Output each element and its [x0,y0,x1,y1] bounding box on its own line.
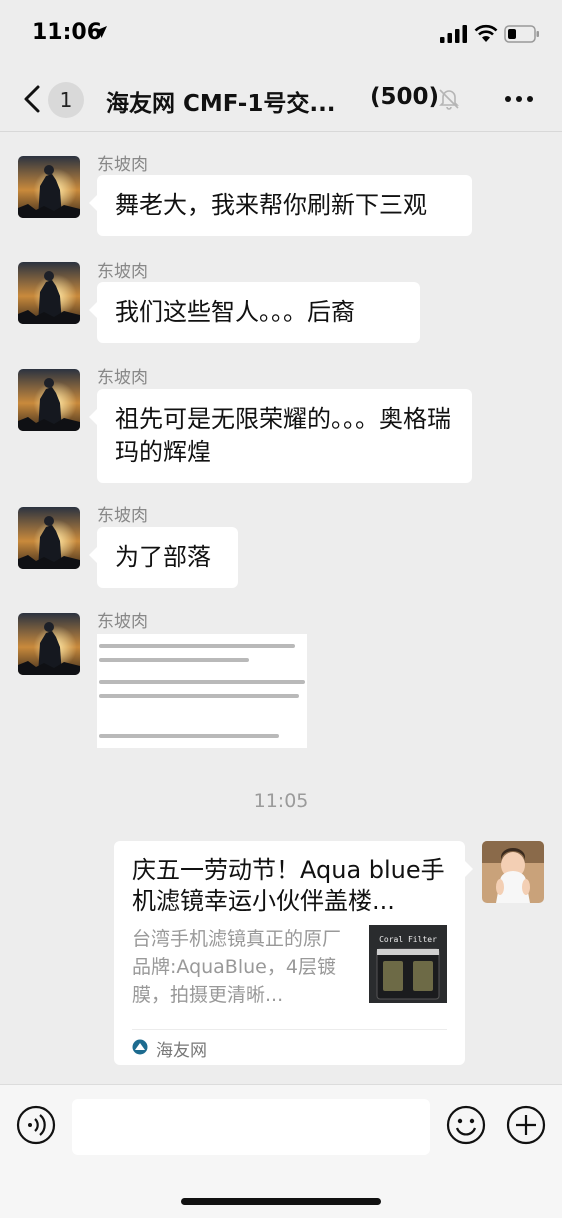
image-text-line [99,644,295,648]
nav-bar: 1 海友网 CMF-1号交... (500) [0,68,562,132]
sender-avatar[interactable] [18,262,80,324]
card-divider [132,1029,447,1030]
message-input[interactable] [72,1099,430,1155]
back-icon[interactable] [22,84,42,114]
time-divider: 11:05 [253,790,309,812]
image-text-line [99,658,249,662]
haiyou-logo-icon [132,1039,148,1055]
mute-icon [439,89,459,110]
image-text-line [99,734,279,738]
message-bubble[interactable]: 舞老大，我来帮你刷新下三观 [89,175,472,236]
plus-icon[interactable] [506,1105,546,1145]
home-indicator [181,1198,381,1205]
more-icon[interactable] [504,94,534,104]
sender-name: 东坡肉 [97,368,148,388]
status-time: 11:06 [32,20,103,45]
wifi-icon [474,24,498,42]
message-bubble[interactable]: 我们这些智人。。。后裔 [89,282,420,343]
card-description: 台湾手机滤镜真正的原厂品牌:AquaBlue，4层镀膜，拍摄更清晰... [132,928,342,1006]
voice-icon[interactable] [16,1105,56,1145]
emoji-icon[interactable] [446,1105,486,1145]
shared-link-card[interactable]: 庆五一劳动节！Aqua blue手机滤镜幸运小伙伴盖楼... 台湾手机滤镜真正的… [114,841,473,1065]
card-source: 海友网 [156,1041,207,1061]
message-bubble[interactable]: 祖先可是无限荣耀的。。。奥格瑞玛的辉煌 [89,389,472,483]
sender-avatar[interactable] [18,613,80,675]
image-text-line [99,694,299,698]
chat-title: 海友网 CMF-1号交... [106,91,336,117]
sender-name: 东坡肉 [97,262,148,282]
member-count: (500) [370,84,440,110]
sender-avatar[interactable] [18,369,80,431]
message-bubble[interactable]: 为了部落 [89,527,238,588]
unread-badge[interactable]: 1 [48,82,84,118]
card-title: 庆五一劳动节！Aqua blue手机滤镜幸运小伙伴盖楼... [132,856,445,915]
sender-name: 东坡肉 [97,155,148,175]
battery-icon [504,25,539,43]
image-message[interactable] [97,634,307,748]
status-bar: 11:06 [0,0,562,68]
image-text-line [99,680,305,684]
my-avatar[interactable] [482,841,544,903]
sender-name: 东坡肉 [97,506,148,526]
sender-avatar[interactable] [18,156,80,218]
sender-avatar[interactable] [18,507,80,569]
sender-name: 东坡肉 [97,612,148,632]
card-thumbnail: Coral Filter [369,925,447,1003]
location-arrow-icon [95,26,107,38]
signal-icon [440,25,467,43]
